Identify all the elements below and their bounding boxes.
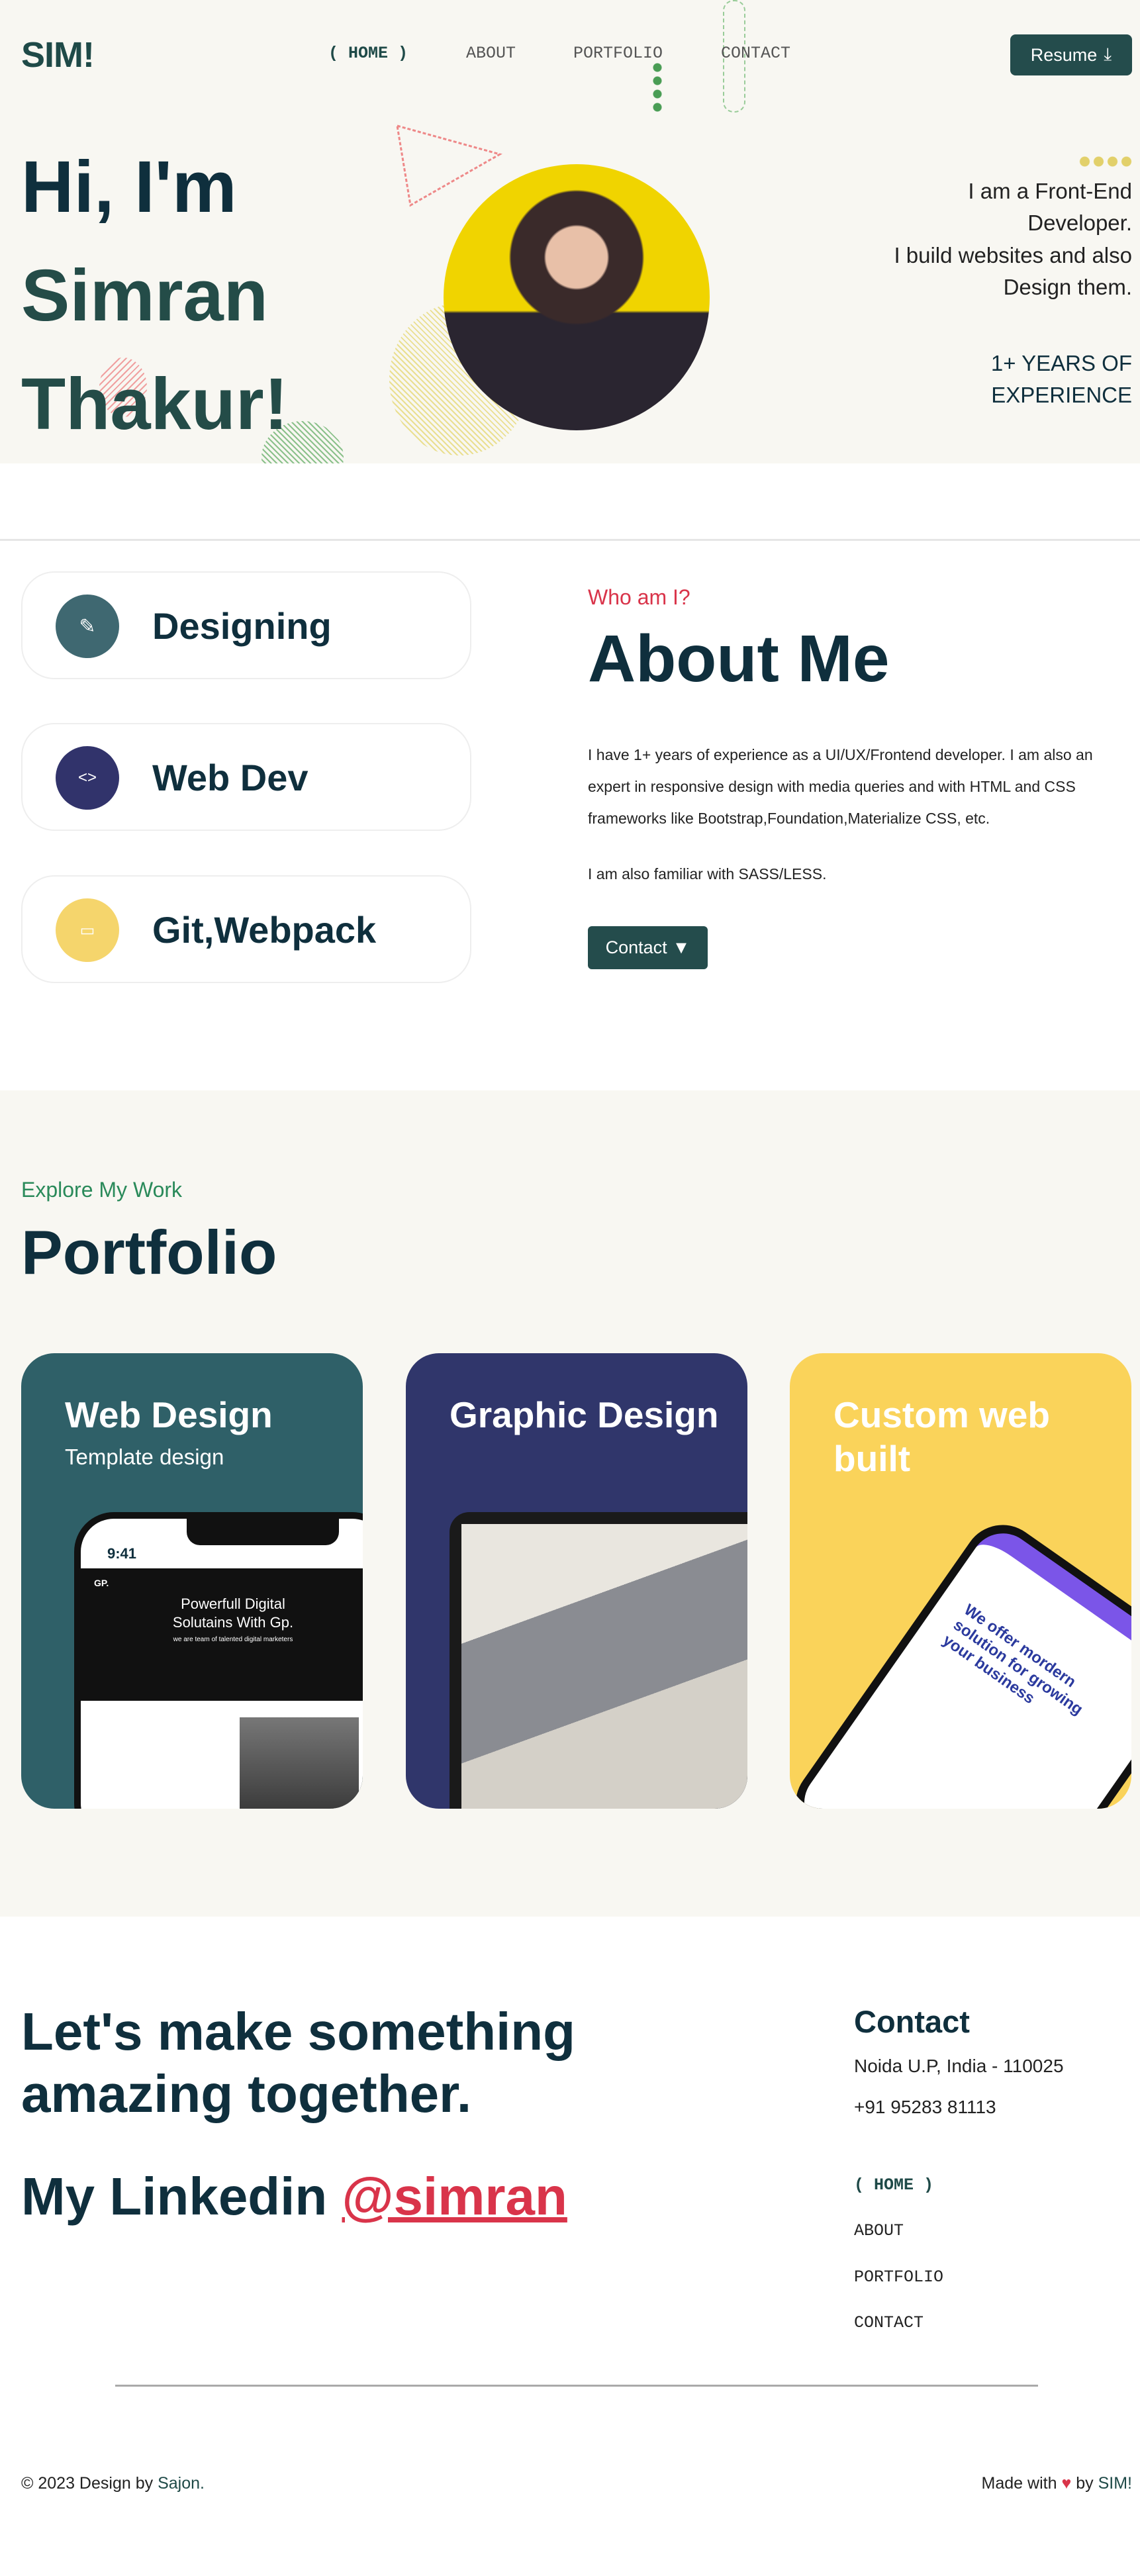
profile-photo <box>444 164 710 430</box>
mock-time: 9:41 <box>107 1545 137 1562</box>
phone-mockup-tilted: We offer mordern solution for growing yo… <box>790 1509 1131 1809</box>
contact-dropdown-button[interactable]: Contact ▼ <box>588 926 708 969</box>
about-paragraph-2: I am also familiar with SASS/LESS. <box>588 865 827 883</box>
mock-sub: we are team of talented digital marketer… <box>173 1636 293 1643</box>
card-title: Custom web built <box>833 1394 1050 1479</box>
hero-greeting: Hi, I'm <box>21 146 237 228</box>
hero-last-name: Thakur! <box>21 363 289 445</box>
mock-time-2: 5:12 <box>998 1530 1021 1552</box>
nav-home[interactable]: ( HOME ) <box>328 44 408 63</box>
nav-about[interactable]: ABOUT <box>466 44 516 63</box>
brush-icon: ✎ <box>56 595 119 658</box>
made-by: by <box>1076 2474 1094 2493</box>
about-eyebrow: Who am I? <box>588 585 690 609</box>
terminal-icon: ▭ <box>56 898 119 962</box>
made-with: Made with ♥ by SIM! <box>982 2474 1132 2493</box>
divider <box>0 539 1140 541</box>
linkedin-link[interactable]: @simran <box>342 2167 567 2226</box>
portfolio-title: Portfolio <box>21 1217 277 1287</box>
copyright: © 2023 Design by Sajon. <box>21 2474 205 2493</box>
linkedin-prefix: My Linkedin <box>21 2167 328 2226</box>
yellow-dots-icon <box>1078 156 1133 167</box>
footer-address: Noida U.P, India - 110025 <box>854 2056 1064 2076</box>
designer-link[interactable]: Sajon. <box>158 2474 205 2493</box>
footer-cta: Let's make something amazing together. <box>21 2001 575 2125</box>
card-title: Graphic Design <box>450 1394 719 1435</box>
card-subtitle: Template design <box>65 1445 224 1469</box>
laptop-photo <box>450 1512 747 1809</box>
intro-line: I am a Front-End <box>968 179 1132 203</box>
resume-label: Resume <box>1030 44 1098 65</box>
cta-line: amazing together. <box>21 2064 472 2123</box>
portfolio-eyebrow: Explore My Work <box>21 1178 183 1202</box>
skill-label: Git,Webpack <box>152 909 377 951</box>
footer-divider <box>115 2385 1038 2387</box>
experience-line: 1+ YEARS OF <box>990 351 1132 375</box>
intro-line: Design them. <box>1003 275 1132 299</box>
nav-contact[interactable]: CONTACT <box>721 44 790 63</box>
card-title: Web Design <box>65 1394 273 1435</box>
skill-card-git: ▭ Git,Webpack <box>21 875 471 983</box>
intro-line: Developer. <box>1027 211 1132 235</box>
cta-line: Let's make something <box>21 2002 576 2061</box>
hero-first-name: Simran <box>21 255 268 336</box>
linkedin-line: My Linkedin @simran <box>21 2166 567 2227</box>
skill-label: Web Dev <box>152 757 309 798</box>
mock-headline-2: We offer mordern solution for growing yo… <box>939 1600 1086 1719</box>
download-icon: ⤓ <box>1104 44 1112 64</box>
phone-mockup: 9:41 GP. Powerfull Digital Solutains Wit… <box>74 1512 363 1809</box>
footer-contact-title: Contact <box>854 2004 970 2039</box>
made-text: Made with <box>981 2474 1057 2493</box>
about-paragraph: I have 1+ years of experience as a UI/UX… <box>588 746 1093 827</box>
portfolio-card-custom-web[interactable]: Custom web built We offer mordern soluti… <box>790 1353 1131 1809</box>
contact-label: Contact <box>605 937 667 957</box>
skill-label: Designing <box>152 605 332 647</box>
mock-headline: Powerfull Digital Solutains With Gp. <box>172 1596 294 1631</box>
nav-portfolio[interactable]: PORTFOLIO <box>573 44 663 63</box>
footer-nav-home[interactable]: ( HOME ) <box>854 2175 933 2195</box>
caret-down-icon: ▼ <box>672 937 690 957</box>
experience-line: EXPERIENCE <box>991 383 1132 407</box>
dots-decoration-icon <box>653 61 662 114</box>
about-title: About Me <box>588 622 890 696</box>
portfolio-card-web-design[interactable]: Web Design Template design 9:41 GP. Powe… <box>21 1353 363 1809</box>
skill-card-designing: ✎ Designing <box>21 571 471 679</box>
resume-button[interactable]: Resume ⤓ <box>1010 34 1132 75</box>
mock-brand: GP. <box>94 1578 109 1588</box>
hero-section: SIM! ( HOME ) ABOUT PORTFOLIO CONTACT Re… <box>0 0 1140 463</box>
footer-nav-contact[interactable]: CONTACT <box>854 2313 924 2332</box>
footer-nav-about[interactable]: ABOUT <box>854 2221 904 2240</box>
footer-nav-portfolio[interactable]: PORTFOLIO <box>854 2267 943 2287</box>
intro-line: I build websites and also <box>894 243 1132 267</box>
copyright-text: © 2023 Design by <box>21 2474 154 2493</box>
footer-phone: +91 95283 81113 <box>854 2097 996 2117</box>
heart-icon: ♥ <box>1061 2474 1072 2493</box>
logo[interactable]: SIM! <box>21 34 95 75</box>
brand-link[interactable]: SIM! <box>1098 2474 1132 2493</box>
portfolio-card-graphic-design[interactable]: Graphic Design <box>406 1353 747 1809</box>
code-icon: <> <box>56 746 119 810</box>
skill-card-webdev: <> Web Dev <box>21 723 471 831</box>
